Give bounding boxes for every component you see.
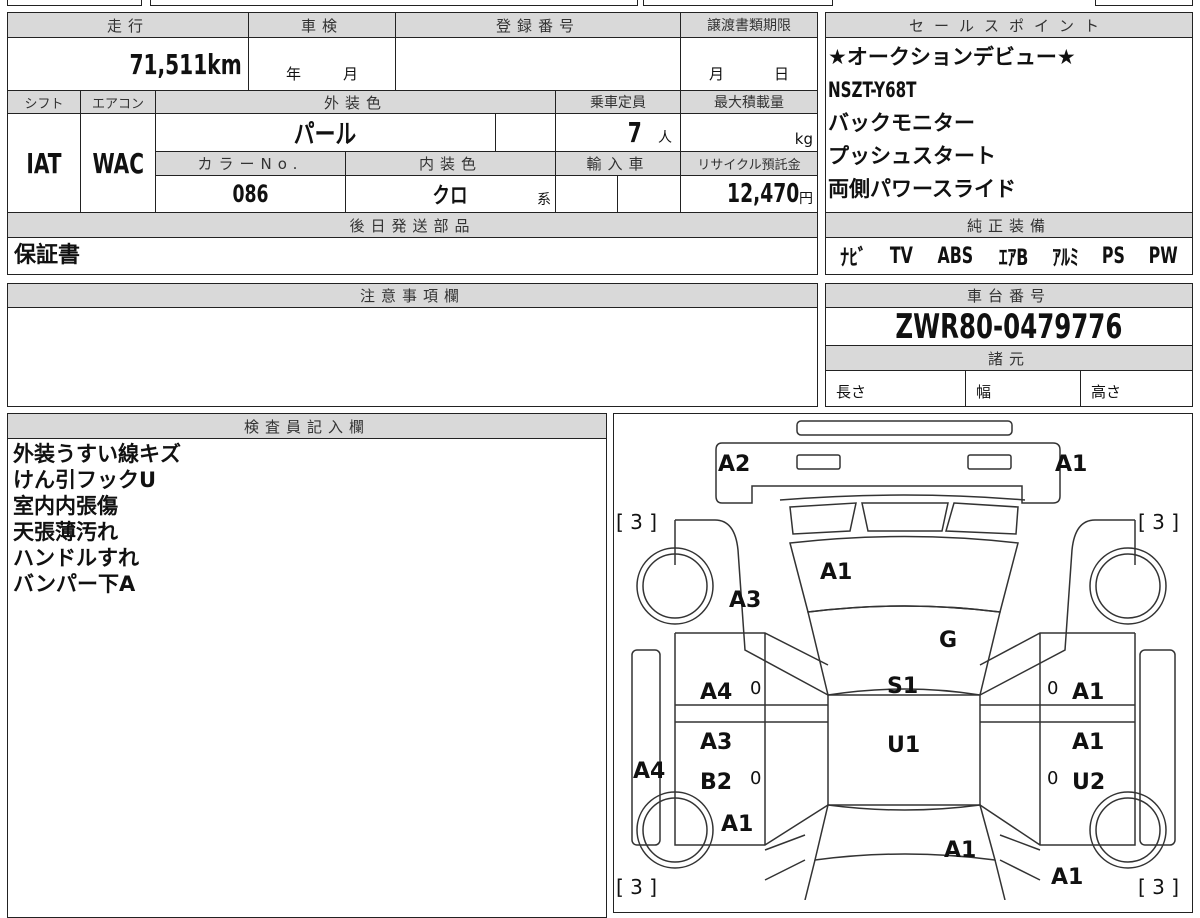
damage-mark: A1 [1072,680,1105,705]
damage-mark: U2 [1072,770,1106,795]
damage-mark: A1 [944,838,977,863]
tire-mark: [ 3 ] [616,510,658,534]
damage-mark: U1 [887,733,921,758]
damage-mark: B2 [700,770,733,795]
zero-mark: 0 [750,768,762,789]
damage-mark: G [939,628,958,653]
zero-mark: 0 [1047,678,1059,699]
damage-mark: A1 [721,812,754,837]
zero-mark: 0 [750,678,762,699]
damage-mark: A3 [729,588,762,613]
damage-mark: A4 [700,680,733,705]
tire-mark: [ 3 ] [1138,510,1180,534]
damage-mark: A2 [718,452,751,477]
damage-mark: A3 [700,730,733,755]
damage-mark: A1 [1072,730,1105,755]
tire-mark: [ 3 ] [1138,875,1180,899]
damage-mark: S1 [887,674,919,699]
damage-mark: A1 [820,560,853,585]
damage-mark: A1 [1055,452,1088,477]
car-outline-icon [631,420,1176,900]
damage-mark: A1 [1051,865,1084,890]
zero-mark: 0 [1047,768,1059,789]
tire-mark: [ 3 ] [616,875,658,899]
damage-mark: A4 [633,759,666,784]
